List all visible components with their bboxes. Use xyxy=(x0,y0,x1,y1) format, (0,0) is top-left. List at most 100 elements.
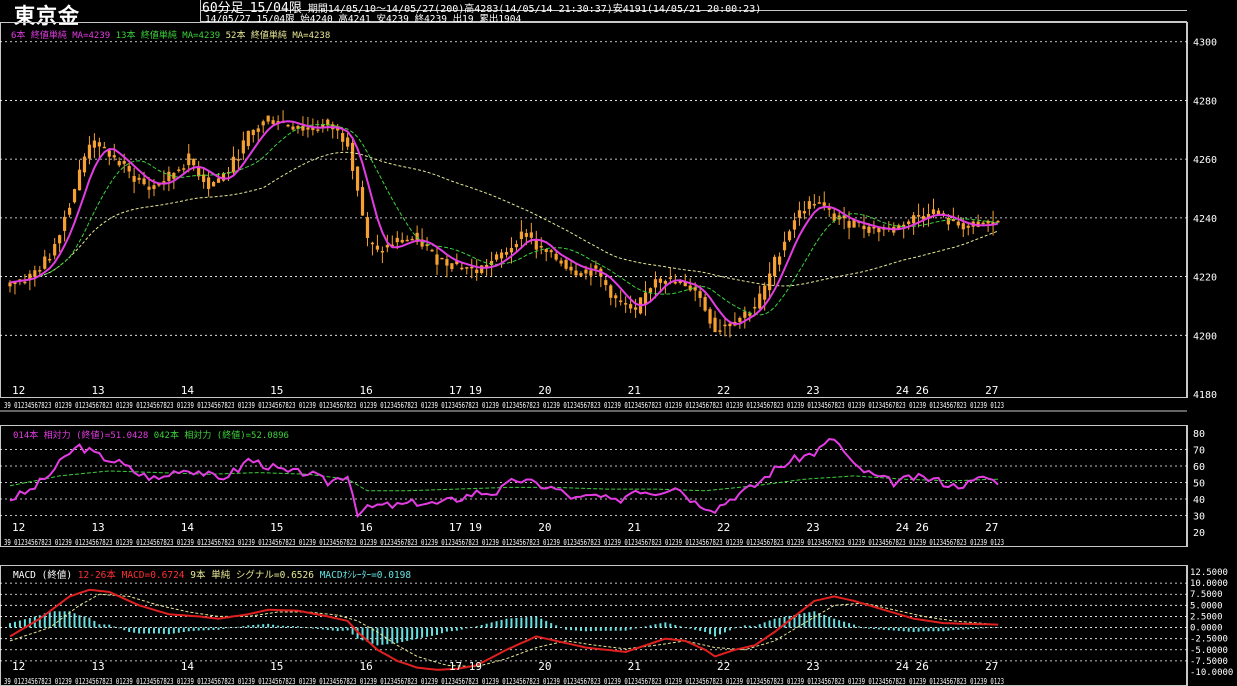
macd-osc-bar xyxy=(997,627,1000,628)
candle-body xyxy=(440,257,444,260)
candle-body xyxy=(981,222,985,225)
macd-day-label: 27 xyxy=(985,660,998,673)
candle-body xyxy=(907,221,911,225)
candle-body xyxy=(236,159,240,161)
macd-osc-bar xyxy=(684,627,687,629)
candle-body xyxy=(579,273,583,276)
macd-day-label: 16 xyxy=(360,660,373,673)
candle-body xyxy=(162,181,166,183)
candle-body xyxy=(172,173,176,179)
price-day-label: 17 xyxy=(449,384,462,397)
rsi-day-label: 22 xyxy=(717,521,730,534)
candle-body xyxy=(102,146,106,149)
candle-body xyxy=(375,245,380,250)
candle-body xyxy=(544,249,548,252)
candle-body xyxy=(708,309,712,324)
macd-osc-bar xyxy=(977,627,980,629)
macd-osc-bar xyxy=(763,622,766,628)
macd-osc-bar xyxy=(892,627,895,631)
candle-body xyxy=(629,304,633,309)
candle-body xyxy=(738,317,742,322)
macd-osc-bar xyxy=(202,627,205,631)
macd-osc-bar xyxy=(78,615,81,628)
macd-osc-bar xyxy=(460,627,463,630)
macd-osc-bar xyxy=(982,627,985,629)
price-tick-label: 4240 xyxy=(1193,214,1217,225)
candle-body xyxy=(777,256,782,265)
candle-body xyxy=(152,185,156,189)
candle-body xyxy=(127,165,131,172)
candle-body xyxy=(480,265,484,274)
candle-body xyxy=(743,311,747,318)
macd-osc-bar xyxy=(555,625,558,628)
macd-osc-bar xyxy=(292,626,295,628)
macd-osc-bar xyxy=(510,618,513,628)
macd-osc-bar xyxy=(212,627,215,630)
macd-osc-bar xyxy=(336,627,339,632)
macd-osc-bar xyxy=(282,625,285,628)
macd-osc-bar xyxy=(267,623,270,628)
candle-body xyxy=(792,220,797,230)
macd-osc-bar xyxy=(619,627,622,631)
macd-osc-bar xyxy=(575,627,578,631)
macd-osc-bar xyxy=(138,627,141,634)
candle-body xyxy=(211,182,216,187)
macd-tick-label: 0.0000 xyxy=(1190,624,1223,634)
macd-osc-bar xyxy=(525,617,528,628)
macd-osc-bar xyxy=(222,627,225,630)
candle-body xyxy=(82,156,87,173)
macd-osc-bar xyxy=(108,624,111,628)
macd-osc-bar xyxy=(505,618,508,628)
candle-body xyxy=(167,171,171,181)
price-day-label: 27 xyxy=(985,384,998,397)
candle-body xyxy=(564,259,568,269)
macd-osc-bar xyxy=(515,617,518,628)
macd-osc-bar xyxy=(167,627,170,635)
macd-osc-bar xyxy=(485,623,488,628)
macd-tick-label: 2.5000 xyxy=(1190,612,1223,622)
macd-osc-bar xyxy=(962,627,965,630)
candle-body xyxy=(653,279,658,288)
candle-body xyxy=(529,232,533,238)
candle-body xyxy=(207,177,211,189)
macd-osc-bar xyxy=(401,627,404,642)
macd-osc-bar xyxy=(113,626,116,628)
macd-osc-bar xyxy=(882,627,885,630)
macd-osc-bar xyxy=(63,611,66,628)
macd-tick-label: 12.5000 xyxy=(1190,568,1228,578)
macd-osc-bar xyxy=(535,616,538,628)
candle-body xyxy=(43,256,47,269)
candle-body xyxy=(753,306,757,309)
macd-osc-bar xyxy=(540,618,543,628)
candle-body xyxy=(137,177,141,180)
macd-osc-bar xyxy=(550,623,553,628)
macd-osc-bar xyxy=(306,627,309,629)
macd-osc-bar xyxy=(723,627,726,633)
candle-body xyxy=(445,259,449,266)
candle-body xyxy=(271,120,275,124)
price-tick-label: 4180 xyxy=(1193,390,1217,401)
rsi-day-label: 26 xyxy=(916,521,929,534)
macd-osc-bar xyxy=(733,627,736,629)
macd-osc-bar xyxy=(599,627,602,631)
macd-osc-bar xyxy=(798,614,801,628)
candle-body xyxy=(514,244,519,248)
candle-body xyxy=(768,273,772,291)
candle-body xyxy=(698,291,702,298)
macd-osc-bar xyxy=(838,620,841,628)
macd-osc-bar xyxy=(123,627,126,631)
price-panel: 4180 4200 4220 4240 4260 4280 4300 12 13 14 15 16 17… xyxy=(0,38,1217,410)
candle-body xyxy=(668,277,672,279)
candle-body xyxy=(63,216,67,231)
candle-body xyxy=(341,133,345,142)
candle-body xyxy=(559,260,563,264)
macd-osc-bar xyxy=(560,627,563,629)
rsi-day-label: 15 xyxy=(270,521,283,534)
macd-osc-bar xyxy=(490,622,493,628)
macd-osc-bar xyxy=(53,611,56,628)
candle-body xyxy=(216,178,221,183)
rsi-day-label: 24 xyxy=(896,521,910,534)
macd-osc-bar xyxy=(867,627,870,629)
macd-osc-bar xyxy=(927,627,930,632)
macd-osc-bar xyxy=(604,627,607,631)
